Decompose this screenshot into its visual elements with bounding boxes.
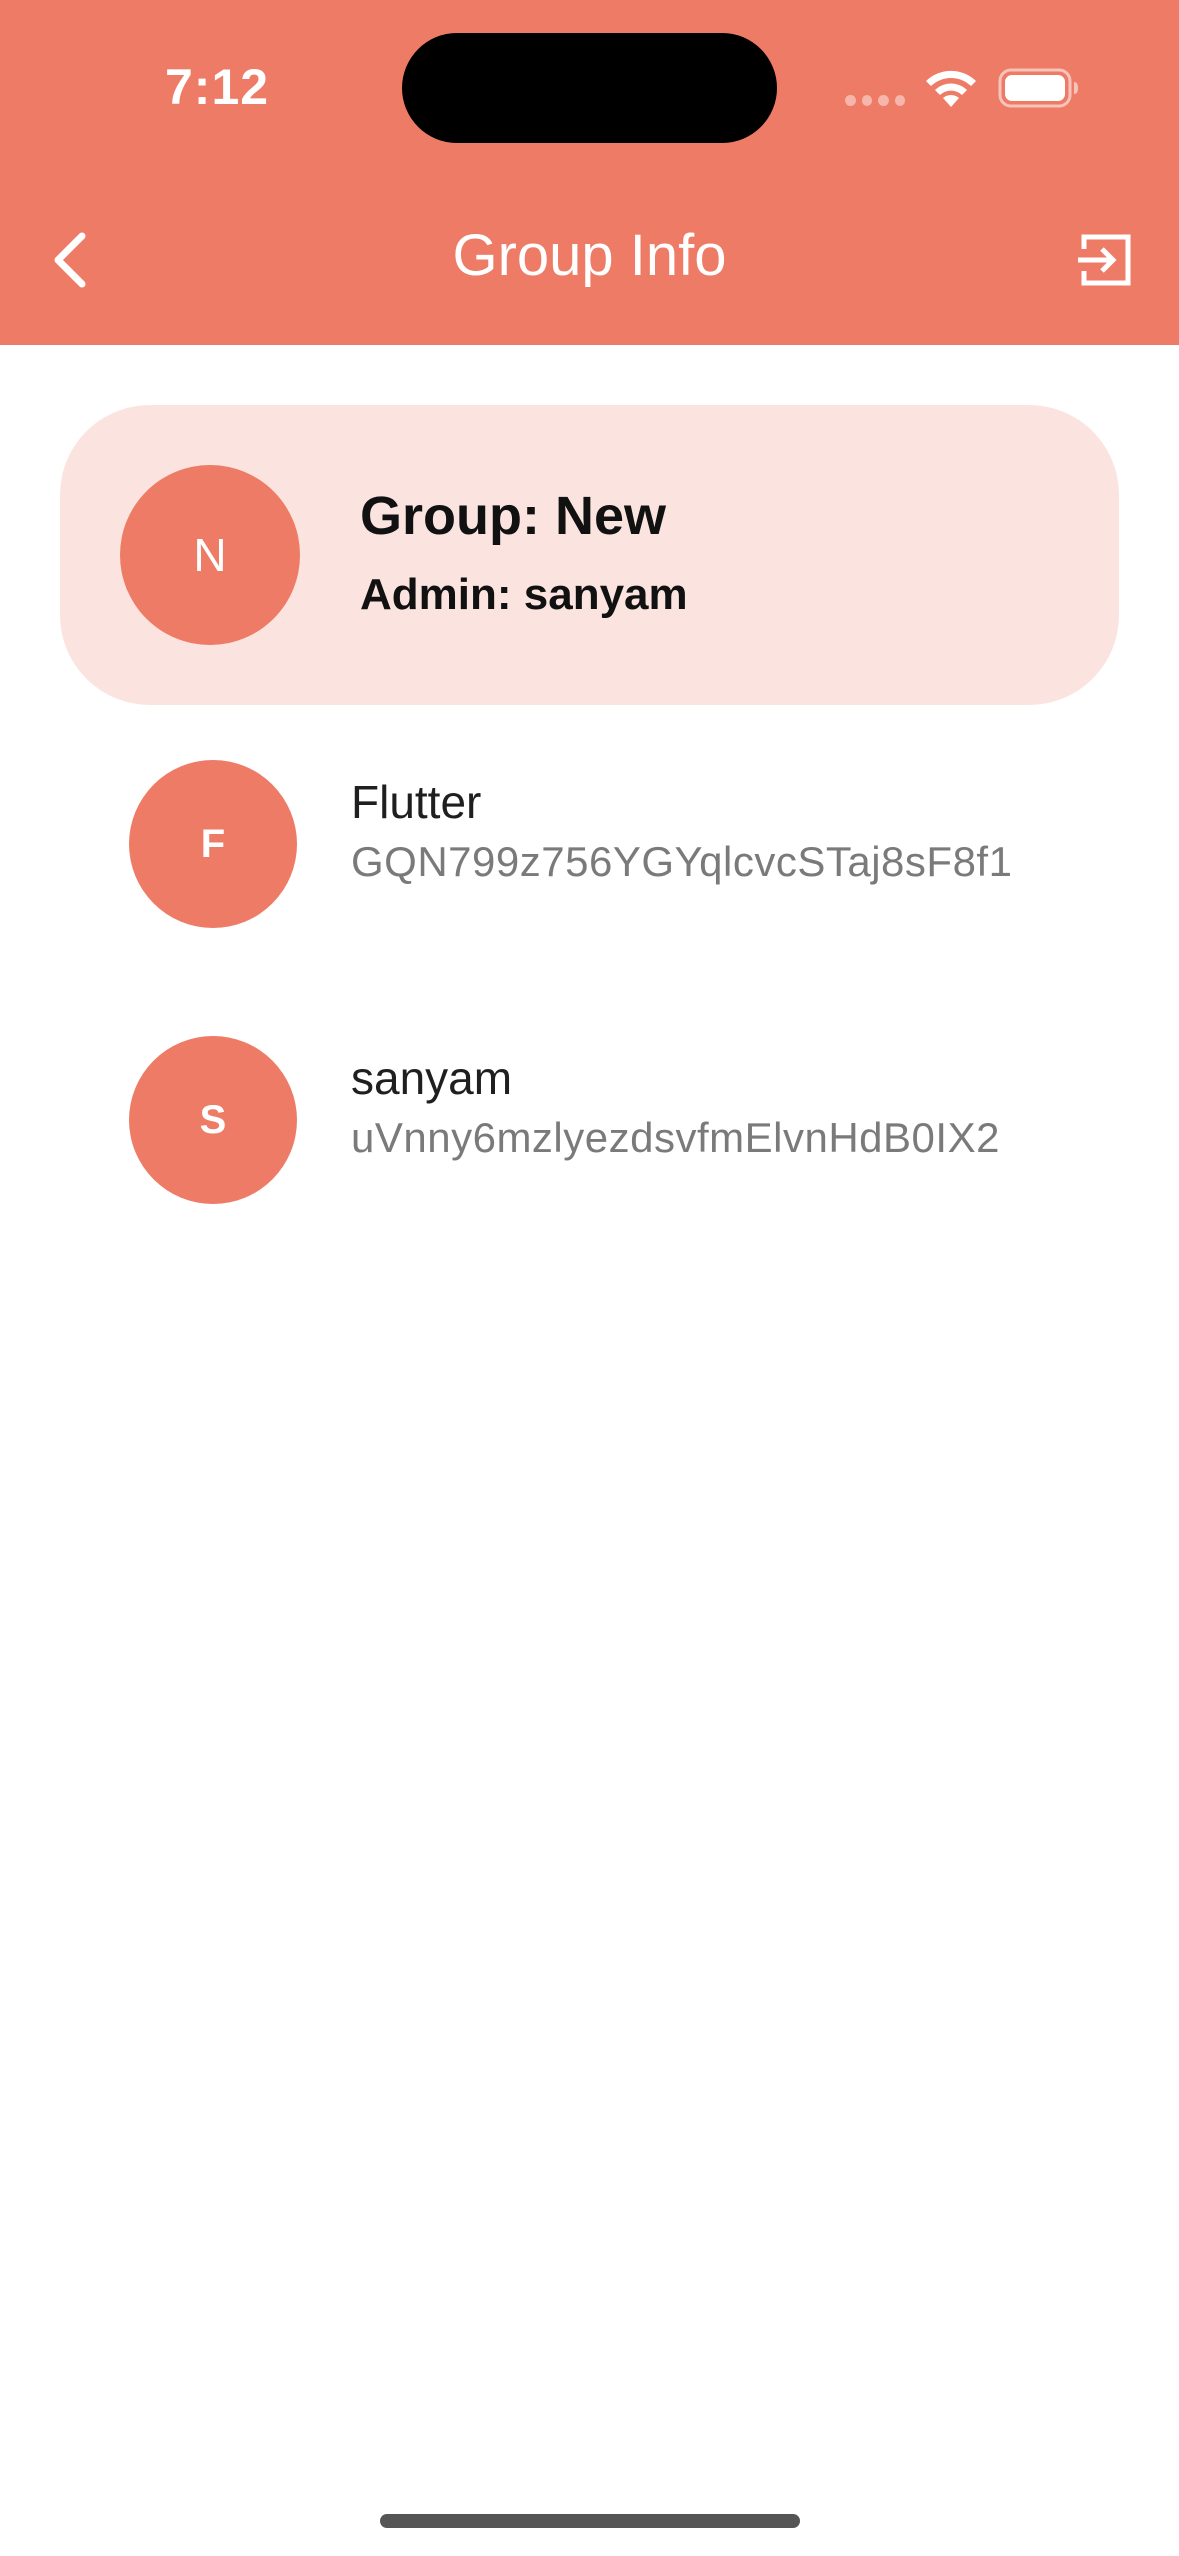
member-list-item[interactable]: S sanyam uVnny6mzlyezdsvfmElvnHdB0IX2 bbox=[0, 1001, 1179, 1241]
exit-to-app-icon bbox=[1078, 234, 1131, 286]
wifi-icon bbox=[926, 70, 976, 107]
member-list-item[interactable]: F Flutter GQN799z756YGYqlcvcSTaj8sF8f1 bbox=[0, 725, 1179, 965]
status-time: 7:12 bbox=[165, 59, 270, 115]
group-info-screen: 7:12 Group Info N Group: New Admin: sany… bbox=[0, 0, 1179, 2556]
group-summary-card: N Group: New Admin: sanyam bbox=[60, 405, 1119, 705]
group-name: Group: New bbox=[360, 486, 666, 546]
dynamic-island bbox=[402, 33, 777, 143]
member-id: GQN799z756YGYqlcvcSTaj8sF8f1 bbox=[351, 838, 1013, 885]
group-avatar: N bbox=[120, 465, 300, 645]
page-title: Group Info bbox=[452, 223, 727, 288]
member-avatar: F bbox=[129, 760, 297, 928]
home-indicator[interactable] bbox=[380, 2514, 800, 2528]
battery-icon bbox=[998, 68, 1078, 108]
cellular-signal-icon bbox=[845, 95, 905, 107]
member-name: Flutter bbox=[351, 776, 482, 828]
group-admin: Admin: sanyam bbox=[360, 570, 688, 619]
exit-group-button[interactable] bbox=[1065, 220, 1145, 300]
app-bar: 7:12 Group Info bbox=[0, 0, 1179, 345]
member-id: uVnny6mzlyezdsvfmElvnHdB0IX2 bbox=[351, 1114, 1000, 1161]
member-name: sanyam bbox=[351, 1052, 513, 1104]
member-avatar: S bbox=[129, 1036, 297, 1204]
